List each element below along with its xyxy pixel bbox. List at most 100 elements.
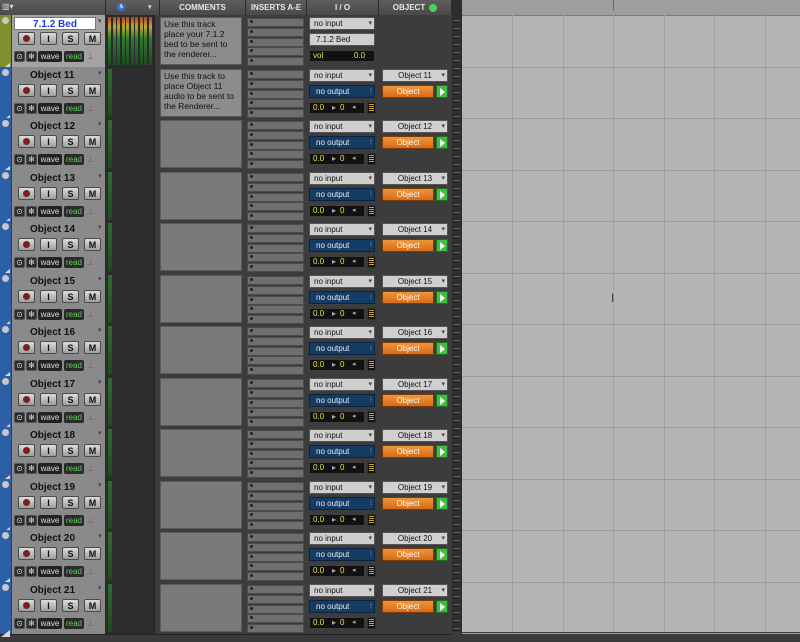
track-color-strip[interactable]: [0, 221, 11, 276]
insert-slot[interactable]: [247, 285, 304, 295]
surround-panner-icon[interactable]: [367, 565, 376, 577]
solo-button[interactable]: S: [62, 238, 79, 251]
track-select-dot[interactable]: [2, 429, 9, 436]
insert-slot[interactable]: [247, 212, 304, 222]
solo-button[interactable]: S: [62, 547, 79, 560]
solo-button[interactable]: S: [62, 290, 79, 303]
input-monitor-button[interactable]: I: [40, 290, 57, 303]
mute-button[interactable]: M: [84, 32, 101, 45]
input-monitor-button[interactable]: I: [40, 496, 57, 509]
track-view-selector[interactable]: wave: [38, 463, 62, 474]
volume-field[interactable]: 0.0 ▸ 0 ◂: [309, 462, 365, 474]
object-mode-button[interactable]: Object: [382, 394, 434, 407]
surround-panner-icon[interactable]: [367, 308, 376, 320]
track-select-dot[interactable]: [2, 584, 9, 591]
insert-slot[interactable]: [247, 89, 304, 99]
track-freeze-icon[interactable]: ✻: [26, 257, 37, 268]
insert-slot[interactable]: [247, 233, 304, 243]
track-timebase-icon[interactable]: ⊙: [14, 566, 25, 577]
automation-mode-selector[interactable]: read: [64, 412, 84, 423]
mute-button[interactable]: M: [84, 290, 101, 303]
track-comment[interactable]: [160, 275, 242, 323]
track-name-dropdown-icon[interactable]: ▾: [98, 18, 104, 26]
mute-button[interactable]: M: [84, 393, 101, 406]
object-name-selector[interactable]: Object 21 ▾: [382, 584, 448, 597]
insert-slot[interactable]: [247, 173, 304, 182]
mute-button[interactable]: M: [84, 547, 101, 560]
track-name-dropdown-icon[interactable]: ▾: [98, 482, 104, 490]
insert-slot[interactable]: [247, 79, 304, 89]
automation-mode-selector[interactable]: read: [64, 618, 84, 629]
track-name[interactable]: 7.1.2 Bed: [14, 17, 96, 30]
object-name-selector[interactable]: Object 15 ▾: [382, 275, 448, 288]
insert-slot[interactable]: [247, 449, 304, 459]
surround-panner-icon[interactable]: [367, 462, 376, 474]
solo-button[interactable]: S: [62, 341, 79, 354]
track-timebase-icon[interactable]: ⊙: [14, 103, 25, 114]
mute-button[interactable]: M: [84, 599, 101, 612]
comments-header[interactable]: COMMENTS: [160, 0, 246, 15]
track-select-dot[interactable]: [2, 326, 9, 333]
automation-mode-selector[interactable]: read: [64, 206, 84, 217]
track-select-dot[interactable]: [2, 120, 9, 127]
input-selector[interactable]: no input ▾: [309, 223, 375, 236]
track-timebase-icon[interactable]: ⊙: [14, 360, 25, 371]
insert-slot[interactable]: [247, 346, 304, 356]
mute-button[interactable]: M: [84, 187, 101, 200]
input-selector[interactable]: no input ▾: [309, 17, 375, 30]
track-view-selector[interactable]: wave: [38, 360, 62, 371]
track-name[interactable]: Object 18: [14, 429, 96, 442]
input-selector[interactable]: no input ▾: [309, 275, 375, 288]
track-timebase-icon[interactable]: ⊙: [14, 618, 25, 629]
track-name-dropdown-icon[interactable]: ▾: [98, 327, 104, 335]
input-selector[interactable]: no input ▾: [309, 69, 375, 82]
track-color-strip[interactable]: [0, 15, 11, 70]
track-comment[interactable]: [160, 120, 242, 168]
insert-slot[interactable]: [247, 192, 304, 202]
volume-field[interactable]: 0.0 ▸ 0 ◂: [309, 514, 365, 526]
surround-panner-icon[interactable]: [367, 153, 376, 165]
automation-mode-selector[interactable]: read: [64, 154, 84, 165]
track-select-dot[interactable]: [2, 378, 9, 385]
io-header[interactable]: I / O: [307, 0, 379, 15]
track-select-dot[interactable]: [2, 17, 9, 24]
insert-slot[interactable]: [247, 491, 304, 501]
object-play-button[interactable]: [436, 600, 448, 613]
track-name-dropdown-icon[interactable]: ▾: [98, 430, 104, 438]
insert-slot[interactable]: [247, 469, 304, 479]
track-timebase-icon[interactable]: ⊙: [14, 51, 25, 62]
track-freeze-icon[interactable]: ✻: [26, 206, 37, 217]
insert-slot[interactable]: [247, 459, 304, 469]
track-name-dropdown-icon[interactable]: ▾: [98, 533, 104, 541]
automation-mode-selector[interactable]: read: [64, 103, 84, 114]
insert-slot[interactable]: [247, 243, 304, 253]
solo-button[interactable]: S: [62, 444, 79, 457]
mute-button[interactable]: M: [84, 84, 101, 97]
object-mode-button[interactable]: Object: [382, 548, 434, 561]
track-timebase-icon[interactable]: ⊙: [14, 463, 25, 474]
input-monitor-button[interactable]: I: [40, 187, 57, 200]
track-name[interactable]: Object 14: [14, 223, 96, 236]
track-view-selector[interactable]: wave: [38, 566, 62, 577]
track-freeze-icon[interactable]: ✻: [26, 154, 37, 165]
solo-button[interactable]: S: [62, 599, 79, 612]
object-play-button[interactable]: [436, 85, 448, 98]
track-color-strip[interactable]: [0, 273, 11, 328]
insert-slot[interactable]: [247, 47, 304, 57]
record-enable-button[interactable]: [18, 599, 35, 612]
input-selector[interactable]: no input ▾: [309, 172, 375, 185]
surround-panner-icon[interactable]: [367, 514, 376, 526]
track-color-strip[interactable]: [0, 376, 11, 431]
track-name-dropdown-icon[interactable]: ▾: [98, 379, 104, 387]
solo-button[interactable]: S: [62, 32, 79, 45]
surround-panner-icon[interactable]: [367, 102, 376, 114]
insert-slot[interactable]: [247, 585, 304, 594]
record-enable-button[interactable]: [18, 444, 35, 457]
track-freeze-icon[interactable]: ✻: [26, 618, 37, 629]
timeline-area[interactable]: [462, 0, 800, 634]
track-name[interactable]: Object 12: [14, 120, 96, 133]
insert-slot[interactable]: [247, 562, 304, 572]
output-selector[interactable]: no output ⁝: [309, 548, 375, 561]
record-enable-button[interactable]: [18, 547, 35, 560]
insert-slot[interactable]: [247, 99, 304, 109]
